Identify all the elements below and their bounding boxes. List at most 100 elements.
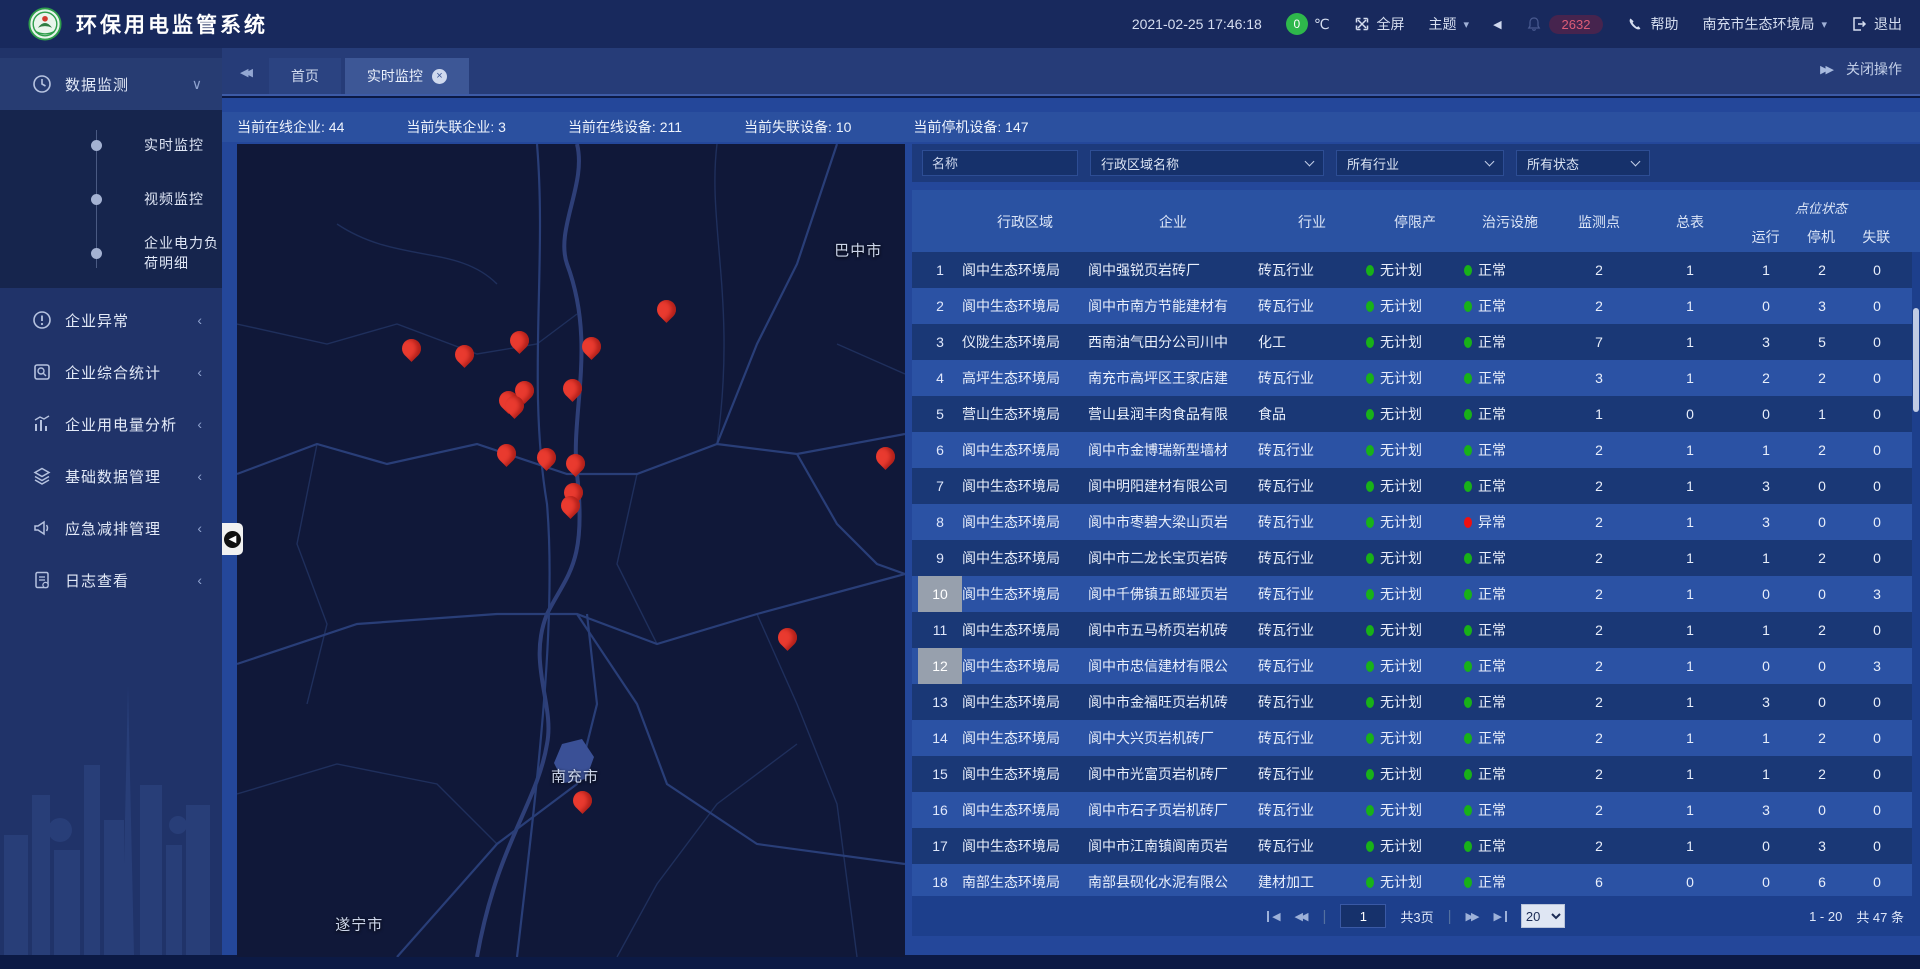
skyline-decoration [0, 645, 222, 955]
table-row[interactable]: 17阆中生态环境局阆中市江南镇阆南页岩砖瓦行业无计划正常21030 [912, 828, 1912, 864]
cell-limit-status: 无计划 [1366, 548, 1464, 568]
close-operations-button[interactable]: ▶▶ 关闭操作 [1820, 59, 1902, 79]
region-filter-select[interactable]: 行政区域名称 [1090, 150, 1324, 176]
name-filter-input[interactable] [922, 150, 1078, 176]
table-row[interactable]: 6阆中生态环境局阆中市金博瑞新型墙材砖瓦行业无计划正常21120 [912, 432, 1912, 468]
prev-page-button[interactable]: ◀◀ [1295, 910, 1309, 923]
cell-facility-status: 正常 [1464, 368, 1556, 388]
cell-limit-status: 无计划 [1366, 440, 1464, 460]
theme-button[interactable]: 主题 ▾ [1429, 14, 1470, 34]
sidebar-item-label: 企业用电量分析 [65, 414, 177, 435]
help-label: 帮助 [1650, 14, 1678, 34]
logout-button[interactable]: 退出 [1851, 14, 1902, 34]
sidebar-item-base-data[interactable]: 基础数据管理‹ [0, 450, 222, 502]
exit-icon [1851, 16, 1867, 32]
industry-filter-select[interactable]: 所有行业 [1336, 150, 1504, 176]
table-row[interactable]: 7阆中生态环境局阆中明阳建材有限公司砖瓦行业无计划正常21300 [912, 468, 1912, 504]
speaker-icon[interactable]: ◀ [1493, 18, 1501, 31]
table-row[interactable]: 8阆中生态环境局阆中市枣碧大梁山页岩砖瓦行业无计划异常21300 [912, 504, 1912, 540]
table-row[interactable]: 13阆中生态环境局阆中市金福旺页岩机砖砖瓦行业无计划正常21300 [912, 684, 1912, 720]
page-number-input[interactable] [1340, 904, 1386, 928]
row-index: 5 [918, 396, 962, 432]
cell-company: 阆中市五马桥页岩机砖 [1088, 620, 1258, 640]
table-row[interactable]: 15阆中生态环境局阆中市光富页岩机砖厂砖瓦行业无计划正常21120 [912, 756, 1912, 792]
col-subheader: 停机 [1793, 227, 1848, 247]
cell-facility-status: 正常 [1464, 296, 1556, 316]
limit-status-label: 无计划 [1380, 836, 1422, 856]
table-row[interactable]: 18南部生态环境局南部县砚化水泥有限公建材加工无计划正常60060 [912, 864, 1912, 896]
pagination-bar: ◀ ◀◀ | 共3页 | ▶▶ ▶ 20 1 - 20 共 47 条 [912, 896, 1920, 936]
cell-region: 阆中生态环境局 [962, 728, 1088, 748]
status-dot-green-icon [1464, 337, 1472, 348]
double-arrow-right-icon: ▶▶ [1820, 63, 1834, 76]
sidebar-item-log-view[interactable]: 日志查看‹ [0, 554, 222, 606]
cell-region: 阆中生态环境局 [962, 548, 1088, 568]
table-row[interactable]: 5营山生态环境局营山县润丰肉食品有限食品无计划正常10010 [912, 396, 1912, 432]
limit-status-label: 无计划 [1380, 728, 1422, 748]
row-index: 2 [918, 288, 962, 324]
cell-facility-status: 正常 [1464, 584, 1556, 604]
cell-limit-status: 无计划 [1366, 404, 1464, 424]
sidebar-item-enterprise-abnormal[interactable]: 企业异常‹ [0, 294, 222, 346]
cell-points: 2 [1556, 802, 1642, 818]
bar-chart-icon [32, 414, 52, 434]
notification-count-badge[interactable]: 2632 [1549, 15, 1604, 34]
table-row[interactable]: 3仪陇生态环境局西南油气田分公司川中化工无计划正常71350 [912, 324, 1912, 360]
fullscreen-button[interactable]: 全屏 [1354, 14, 1405, 34]
first-page-button[interactable]: ◀ [1267, 910, 1280, 923]
sidebar-collapse-handle[interactable]: ◀ [222, 523, 243, 555]
cell-industry: 砖瓦行业 [1258, 692, 1366, 712]
col-header: 企业 [1088, 212, 1258, 232]
tab[interactable]: 首页 [269, 58, 341, 94]
sidebar-item-data-monitor[interactable]: 数据监测∨ [0, 58, 222, 110]
table-scrollbar[interactable] [1912, 252, 1920, 896]
sidebar-subitem[interactable]: 视频监控 [0, 172, 222, 226]
table-row[interactable]: 16阆中生态环境局阆中市石子页岩机砖厂砖瓦行业无计划正常21300 [912, 792, 1912, 828]
stat-item: 当前失联设备: 10 [744, 117, 851, 137]
cell-industry: 砖瓦行业 [1258, 260, 1366, 280]
notification-area[interactable]: 2632 [1526, 15, 1604, 34]
limit-status-label: 无计划 [1380, 620, 1422, 640]
sidebar-item-emergency-reduction[interactable]: 应急减排管理‹ [0, 502, 222, 554]
sidebar-subitem[interactable]: 企业电力负荷明细 [0, 226, 222, 280]
limit-status-label: 无计划 [1380, 404, 1422, 424]
table-row[interactable]: 2阆中生态环境局阆中市南方节能建材有砖瓦行业无计划正常21030 [912, 288, 1912, 324]
table-row[interactable]: 11阆中生态环境局阆中市五马桥页岩机砖砖瓦行业无计划正常21120 [912, 612, 1912, 648]
row-index: 9 [918, 540, 962, 576]
table-row[interactable]: 14阆中生态环境局阆中大兴页岩机砖厂砖瓦行业无计划正常21120 [912, 720, 1912, 756]
table-row[interactable]: 9阆中生态环境局阆中市二龙长宝页岩砖砖瓦行业无计划正常21120 [912, 540, 1912, 576]
table-row[interactable]: 4高坪生态环境局南充市高坪区王家店建砖瓦行业无计划正常31220 [912, 360, 1912, 396]
user-menu[interactable]: 南充市生态环境局 ▾ [1702, 14, 1827, 34]
last-page-button[interactable]: ▶ [1493, 910, 1506, 923]
facility-status-label: 正常 [1478, 296, 1506, 316]
table-row[interactable]: 12阆中生态环境局阆中市忠信建材有限公砖瓦行业无计划正常21003 [912, 648, 1912, 684]
region-filter-value: 行政区域名称 [1101, 154, 1179, 173]
sidebar-subitem[interactable]: 实时监控 [0, 118, 222, 172]
status-filter-select[interactable]: 所有状态 [1516, 150, 1650, 176]
cell-company: 西南油气田分公司川中 [1088, 332, 1258, 352]
page-size-select[interactable]: 20 [1521, 904, 1565, 928]
table-row[interactable]: 10阆中生态环境局阆中千佛镇五郎垭页岩砖瓦行业无计划正常21003 [912, 576, 1912, 612]
cell-meters: 1 [1642, 478, 1738, 494]
temperature-badge: 0 [1286, 13, 1308, 35]
status-dot-green-icon [1464, 589, 1472, 600]
sidebar-item-enterprise-stats[interactable]: 企业综合统计‹ [0, 346, 222, 398]
sidebar-item-power-analysis[interactable]: 企业用电量分析‹ [0, 398, 222, 450]
row-index: 13 [918, 684, 962, 720]
tab[interactable]: 实时监控× [345, 58, 469, 94]
help-button[interactable]: 帮助 [1627, 14, 1678, 34]
close-icon[interactable]: × [432, 69, 447, 84]
scrollbar-thumb[interactable] [1913, 308, 1919, 412]
cell-company: 阆中明阳建材有限公司 [1088, 476, 1258, 496]
status-dot-green-icon [1464, 445, 1472, 456]
table-row[interactable]: 1阆中生态环境局阆中强锐页岩砖厂砖瓦行业无计划正常21120 [912, 252, 1912, 288]
facility-status-label: 正常 [1478, 548, 1506, 568]
cell-limit-status: 无计划 [1366, 692, 1464, 712]
tabs-scroll-left-icon[interactable]: ◀◀ [240, 66, 253, 79]
bullet-icon [91, 140, 102, 151]
map-panel[interactable]: 巴中市南充市遂宁市 [237, 144, 905, 957]
status-group-label: 点位状态 [1738, 198, 1904, 217]
next-page-button[interactable]: ▶▶ [1466, 910, 1480, 923]
status-subheaders: 运行停机失联 [1738, 227, 1904, 247]
cell-limit-status: 无计划 [1366, 620, 1464, 640]
